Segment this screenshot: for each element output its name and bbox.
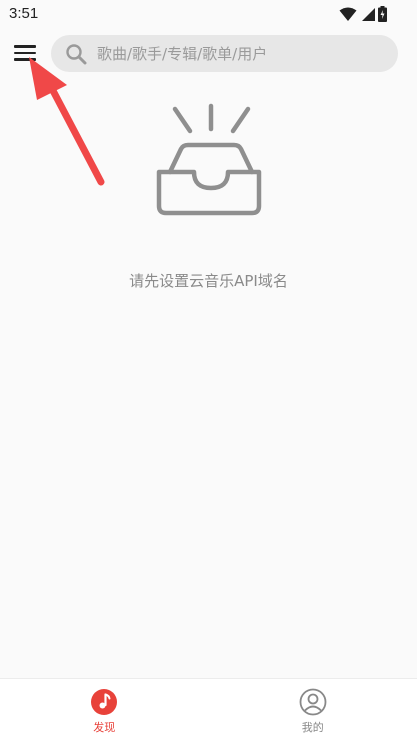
tab-mine-label: 我的: [301, 721, 324, 734]
status-icons: [339, 6, 387, 22]
search-placeholder: 歌曲/歌手/专辑/歌单/用户: [97, 45, 268, 63]
empty-message: 请先设置云音乐API域名: [129, 272, 288, 290]
battery-icon: [378, 6, 387, 22]
music-note-icon: [91, 689, 118, 715]
search-icon: [66, 43, 87, 64]
hamburger-menu-icon[interactable]: [10, 40, 40, 66]
wifi-icon: [339, 7, 357, 21]
empty-inbox-icon: [156, 103, 261, 216]
bottom-nav: 发现 我的: [0, 678, 417, 741]
tab-discover[interactable]: 发现: [0, 679, 209, 741]
tab-mine[interactable]: 我的: [209, 679, 417, 741]
status-bar: 3:51: [0, 0, 417, 30]
signal-icon: [362, 7, 375, 21]
user-profile-icon: [299, 688, 327, 716]
tab-discover-label: 发现: [93, 721, 116, 734]
top-bar: 歌曲/歌手/专辑/歌单/用户: [0, 30, 417, 76]
empty-state: 请先设置云音乐API域名: [0, 100, 417, 291]
status-time: 3:51: [9, 5, 39, 22]
search-input[interactable]: 歌曲/歌手/专辑/歌单/用户: [51, 35, 398, 72]
